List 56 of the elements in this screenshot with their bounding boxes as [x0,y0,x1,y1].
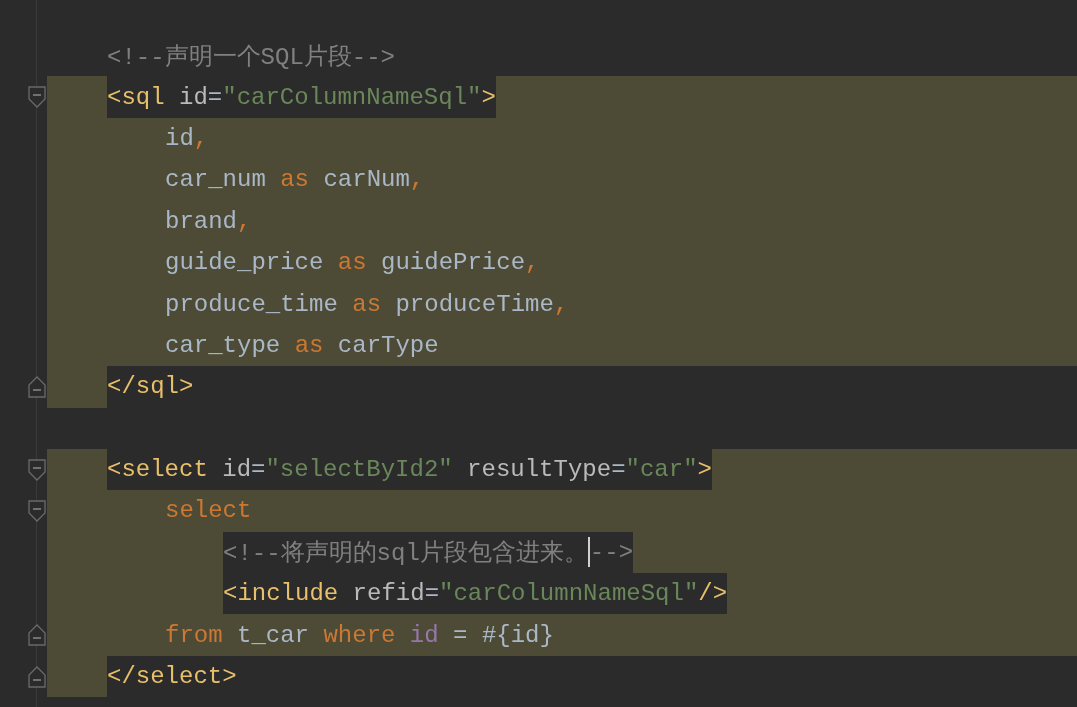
code-token: resultType [466,456,612,484]
code-token: , [525,249,540,277]
code-token: = [251,456,266,484]
code-token: <select [107,456,208,484]
code-token: /> [698,580,728,608]
code-token: "car" [625,456,698,484]
code-token: , [237,207,252,235]
code-token: </sql> [107,373,194,401]
code-token: select [165,497,252,525]
code-token: guidePrice [380,249,526,277]
code-token: "selectById2" [265,456,453,484]
code-token: produceTime [394,290,554,318]
code-token: --> [589,538,634,566]
code-token: as [337,249,367,277]
unfold-icon[interactable] [28,665,46,688]
code-token: id [408,621,439,649]
unfold-icon[interactable] [28,375,46,398]
code-token: car_type [165,331,282,359]
code-token: produce_time [165,290,339,318]
fold-icon[interactable] [28,500,46,522]
code-token: brand [165,207,237,235]
fold-icon[interactable] [28,86,46,109]
code-token: where [323,621,396,649]
code-token: > [481,83,496,111]
code-token: <include [223,580,339,608]
code-token: </select> [107,663,237,691]
code-token: t_car [236,621,311,649]
code-token: id [221,456,252,484]
code-token: , [193,124,209,152]
code-token: as [280,166,310,194]
code-token: carType [336,331,439,359]
code-token: id [178,83,208,111]
scope-highlight [47,655,107,698]
code-token: , [409,166,425,194]
code-token: as [294,331,324,359]
code-token: "carColumnNameSql" [222,83,482,111]
code-token: carNum [322,166,410,194]
code-token: "carColumnNameSql" [439,580,699,608]
code-token: = [207,83,223,111]
code-token: id [165,124,194,152]
code-token: <!--声明一个SQL片段--> [107,42,396,72]
code-token: <sql [107,83,165,111]
code-token: = #{id} [452,621,554,649]
code-token: from [165,621,223,649]
code-token: guide_price [165,249,325,277]
code-token: = [611,456,626,484]
code-token: <!--将声明的sql片段包含进来。 [223,539,588,569]
scope-highlight [47,366,107,408]
code-token: = [424,580,440,608]
code-token: refid [351,580,425,608]
fold-icon[interactable] [28,458,46,481]
code-token: car_num [165,166,267,194]
unfold-icon[interactable] [28,624,46,647]
code-token: , [553,290,569,318]
code-token: as [352,290,382,318]
code-token: > [697,456,712,484]
